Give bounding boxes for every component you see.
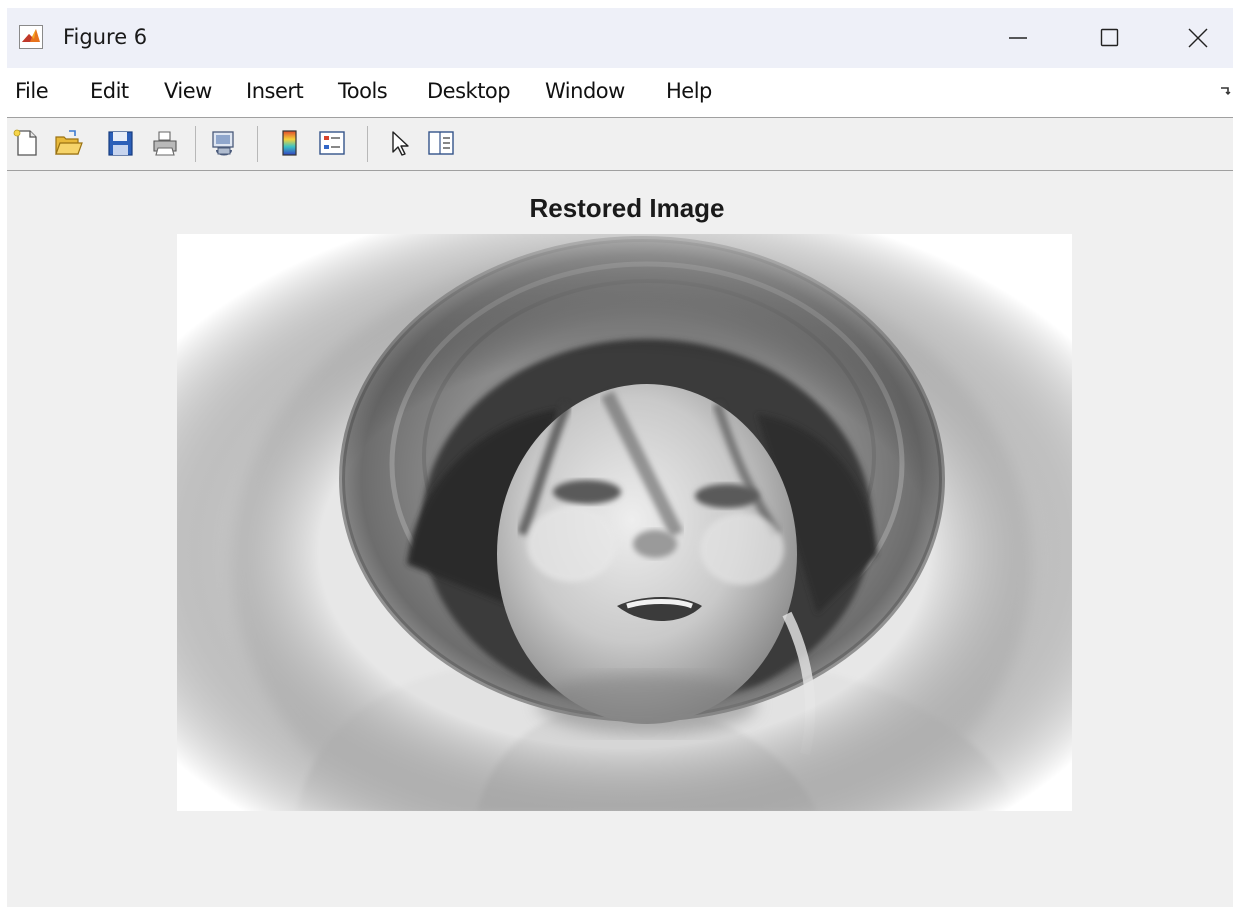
menu-desktop[interactable]: Desktop (427, 79, 511, 103)
matlab-icon (19, 25, 43, 49)
title-bar[interactable]: Figure 6 (7, 8, 1233, 68)
close-icon (1188, 28, 1208, 48)
maximize-icon (1100, 28, 1119, 47)
restored-image[interactable] (177, 234, 1072, 811)
print-icon[interactable] (150, 128, 180, 158)
figure-window: Figure 6 File Edit View Insert Tools Des… (7, 8, 1233, 907)
dock-arrow-icon[interactable] (1219, 84, 1231, 96)
menu-file[interactable]: File (15, 79, 49, 103)
property-inspector-icon[interactable] (426, 128, 456, 158)
new-figure-icon[interactable] (11, 128, 41, 158)
menu-insert[interactable]: Insert (246, 79, 304, 103)
link-plot-icon[interactable] (209, 128, 239, 158)
toolbar-divider (7, 170, 1233, 171)
toolbar-separator (367, 126, 368, 162)
menu-view[interactable]: View (164, 79, 212, 103)
window-title: Figure 6 (63, 25, 148, 49)
insert-colorbar-icon[interactable] (275, 128, 305, 158)
toolbar-separator (257, 126, 258, 162)
menu-help[interactable]: Help (666, 79, 712, 103)
edit-plot-icon[interactable] (385, 128, 415, 158)
toolbar-separator (195, 126, 196, 162)
minimize-button[interactable] (983, 8, 1053, 68)
figure-toolbar (7, 118, 1233, 170)
save-icon[interactable] (105, 128, 135, 158)
menu-tools[interactable]: Tools (338, 79, 388, 103)
axes-title: Restored Image (529, 193, 725, 223)
menu-window[interactable]: Window (545, 79, 625, 103)
menu-edit[interactable]: Edit (90, 79, 129, 103)
restored-photo-graphic (177, 234, 1072, 811)
menu-bar: File Edit View Insert Tools Desktop Wind… (7, 68, 1233, 118)
maximize-button[interactable] (1075, 8, 1145, 68)
minimize-icon (1009, 37, 1027, 39)
close-button[interactable] (1163, 8, 1233, 68)
open-file-icon[interactable] (53, 128, 83, 158)
insert-legend-icon[interactable] (317, 128, 347, 158)
